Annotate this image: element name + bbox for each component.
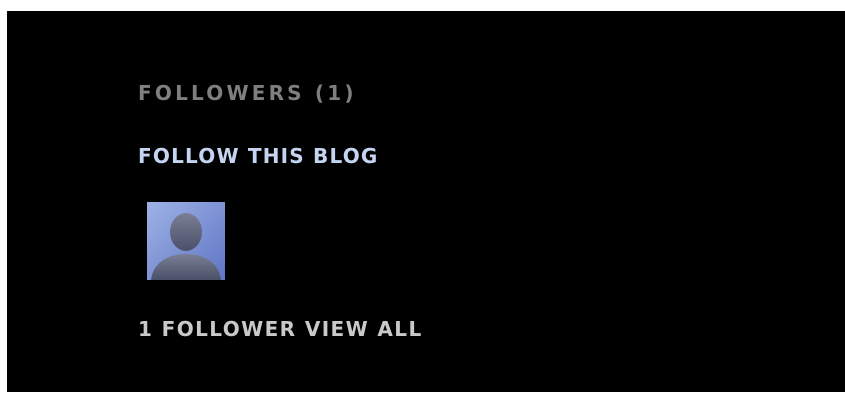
follower-count: 1 FOLLOWER [138,317,297,341]
followers-widget: FOLLOWERS (1) FOLLOW THIS BLOG 1 FOLLOWE… [7,11,845,392]
widget-title: FOLLOWERS (1) [138,81,357,105]
view-all-link[interactable]: VIEW ALL [305,317,423,341]
follower-avatar[interactable] [147,202,225,280]
followers-footer: 1 FOLLOWER VIEW ALL [138,317,423,341]
default-user-silhouette-icon [147,202,225,280]
follow-blog-link[interactable]: FOLLOW THIS BLOG [138,144,379,168]
